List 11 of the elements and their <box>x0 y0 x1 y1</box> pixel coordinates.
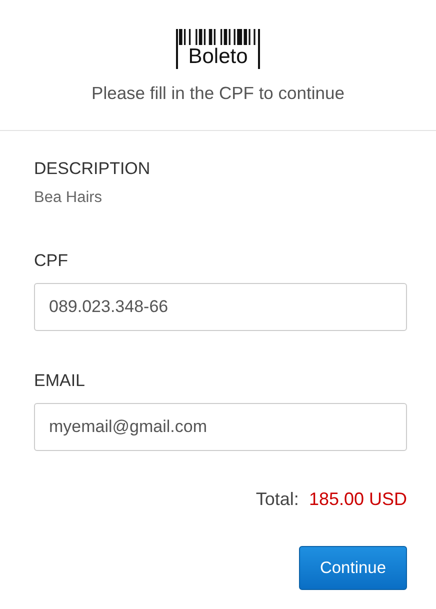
total-label: Total: <box>256 489 299 510</box>
description-text: Bea Hairs <box>34 189 104 207</box>
field-label: DESCRIPTION <box>34 159 152 179</box>
continue-button[interactable]: Continue <box>299 546 407 590</box>
total-amount: 185.00 USD <box>308 489 407 510</box>
input-field[interactable]: 089.023.348-66 <box>34 283 407 331</box>
input-field[interactable]: myemail@gmail.com <box>34 403 407 451</box>
field-label: EMAIL <box>34 371 86 391</box>
subtitle: Please fill in the CPF to continue <box>92 83 344 104</box>
field-label: CPF <box>34 251 69 271</box>
logo-text: Boleto <box>188 45 248 68</box>
